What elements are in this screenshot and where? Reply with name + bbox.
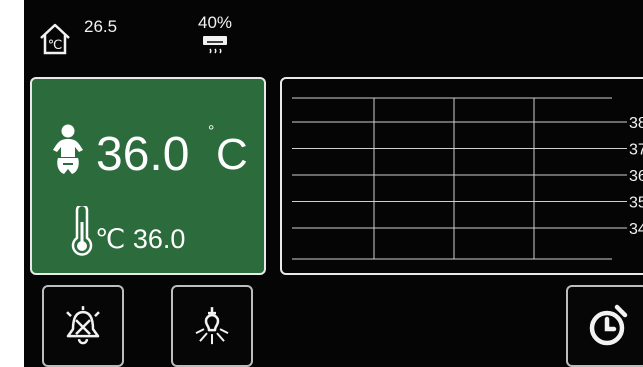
skin-temperature-panel[interactable]: 36.0 ° C ℃ 36.0: [30, 77, 266, 275]
temperature-unit-letter: C: [216, 130, 248, 179]
air-conditioner-icon: [203, 36, 227, 54]
trend-chart-svg: 38 37 36 35 34: [292, 97, 643, 260]
home-thermometer-icon: ℃: [40, 23, 70, 55]
probe-temperature: ℃ 36.0: [95, 226, 185, 253]
y-tick-label: 37: [629, 142, 643, 159]
thermometer-icon: [71, 206, 93, 256]
y-tick-label: 35: [629, 195, 643, 212]
ambient-temperature: 26.5: [84, 17, 118, 36]
alarm-bell-icon: [66, 306, 100, 345]
alarm-button[interactable]: [42, 285, 124, 367]
home-icon-glyph: ℃: [48, 37, 63, 52]
humidity-indicator: 40%: [192, 13, 238, 57]
light-button[interactable]: [171, 285, 253, 367]
y-tick-label: 38: [629, 115, 643, 132]
humidity-value: 40%: [197, 13, 233, 32]
timer-icon: [589, 304, 628, 346]
probe-unit: ℃: [95, 224, 126, 254]
probe-temperature-value: 36.0: [132, 224, 186, 254]
device-screen: ℃ 26.5 40% 36.0 ° C ℃ 36.0 38 37 36 35 3…: [24, 0, 643, 367]
y-tick-label: 36: [629, 168, 643, 185]
light-bulb-icon: [195, 307, 229, 345]
y-tick-label: 34: [629, 221, 643, 238]
timer-button[interactable]: [566, 285, 643, 367]
baby-icon: [53, 124, 83, 174]
temperature-unit-degree: °: [208, 123, 215, 140]
skin-temperature-value: 36.0: [96, 128, 190, 181]
temperature-trend-chart[interactable]: 38 37 36 35 34: [280, 77, 643, 275]
